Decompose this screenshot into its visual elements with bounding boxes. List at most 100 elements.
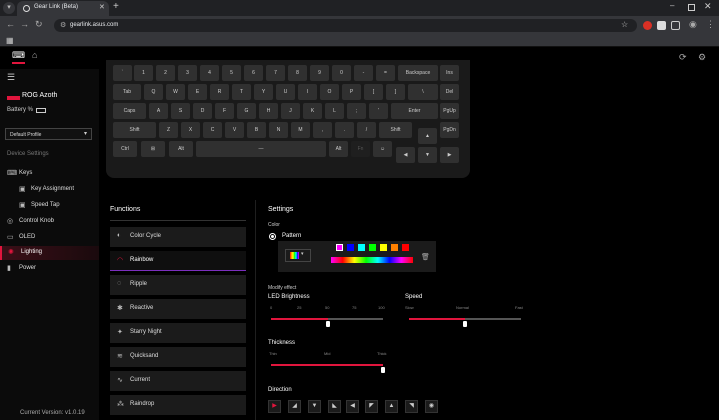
key[interactable]: ▲ bbox=[418, 128, 437, 144]
color-swatch[interactable] bbox=[358, 244, 365, 251]
forward-icon[interactable]: → bbox=[20, 19, 29, 29]
key[interactable]: Z bbox=[159, 122, 178, 138]
key[interactable]: 9 bbox=[310, 65, 329, 81]
key[interactable]: Caps bbox=[113, 103, 146, 119]
function-current[interactable]: ∿ Current bbox=[110, 371, 246, 391]
sidebar-item-power[interactable]: ▮ Power bbox=[0, 262, 99, 276]
key[interactable]: ◀ bbox=[396, 147, 415, 163]
key[interactable]: Shift bbox=[113, 122, 156, 138]
window-close-button[interactable]: ✕ bbox=[704, 1, 712, 12]
key[interactable]: 4 bbox=[200, 65, 219, 81]
sidepanel-icon[interactable] bbox=[671, 21, 680, 30]
direction-down-icon[interactable]: ▼ bbox=[308, 400, 321, 413]
function-color-cycle[interactable]: ◐ Color Cycle bbox=[110, 227, 246, 247]
direction-diagonal-icon[interactable]: ◢ bbox=[288, 400, 301, 413]
direction-left-icon[interactable]: ◀ bbox=[346, 400, 359, 413]
key[interactable]: . bbox=[335, 122, 354, 138]
reload-icon[interactable]: ↻ bbox=[35, 19, 43, 30]
key[interactable]: ` bbox=[113, 65, 132, 81]
key[interactable]: S bbox=[171, 103, 190, 119]
key[interactable]: 5 bbox=[222, 65, 241, 81]
minimize-button[interactable]: – bbox=[670, 1, 674, 10]
profile-dropdown[interactable]: Default Profile ▾ bbox=[5, 128, 92, 140]
thickness-slider-thumb[interactable] bbox=[381, 367, 385, 373]
sidebar-item-key-assignment[interactable]: ▣ Key Assignment bbox=[0, 183, 99, 197]
color-swatch[interactable] bbox=[380, 244, 387, 251]
function-ripple[interactable]: ◌ Ripple bbox=[110, 275, 246, 295]
key[interactable]: 2 bbox=[156, 65, 175, 81]
key[interactable]: PgUp bbox=[440, 103, 459, 119]
brightness-slider-thumb[interactable] bbox=[326, 321, 330, 327]
sidebar-item-lighting[interactable]: ✺ Lighting bbox=[0, 246, 99, 260]
site-info-icon[interactable]: ⚙ bbox=[60, 21, 66, 29]
sidebar-item-keys[interactable]: ⌨ Keys bbox=[0, 167, 99, 181]
key[interactable]: L bbox=[325, 103, 344, 119]
key[interactable]: 7 bbox=[266, 65, 285, 81]
speed-slider-thumb[interactable] bbox=[463, 321, 467, 327]
key[interactable]: J bbox=[281, 103, 300, 119]
key[interactable]: 8 bbox=[288, 65, 307, 81]
device-keyboard-icon[interactable]: ⌨ bbox=[12, 50, 25, 64]
key[interactable]: ; bbox=[347, 103, 366, 119]
key[interactable]: F bbox=[215, 103, 234, 119]
key[interactable]: I bbox=[298, 84, 317, 100]
key[interactable]: ▶ bbox=[440, 147, 459, 163]
key[interactable]: ☺ bbox=[373, 141, 392, 157]
key[interactable]: V bbox=[225, 122, 244, 138]
profile-icon[interactable]: ◉ bbox=[689, 19, 697, 30]
bookmark-star-icon[interactable]: ☆ bbox=[621, 20, 628, 29]
key[interactable]: ⊞ bbox=[141, 141, 165, 157]
gradient-bar[interactable] bbox=[331, 257, 413, 263]
extension-icon[interactable] bbox=[643, 21, 652, 30]
key[interactable]: R bbox=[210, 84, 229, 100]
key[interactable]: ▼ bbox=[418, 147, 437, 163]
key[interactable]: 1 bbox=[134, 65, 153, 81]
function-quicksand[interactable]: ≋ Quicksand bbox=[110, 347, 246, 367]
function-rainbow[interactable]: ◠ Rainbow bbox=[110, 251, 246, 271]
key[interactable]: N bbox=[269, 122, 288, 138]
key[interactable]: Del bbox=[440, 84, 459, 100]
apps-grid-icon[interactable]: ▦ bbox=[6, 36, 14, 45]
maximize-button[interactable] bbox=[688, 4, 695, 11]
key[interactable]: PgDn bbox=[440, 122, 459, 138]
key[interactable]: Shift bbox=[379, 122, 412, 138]
key[interactable]: — bbox=[196, 141, 326, 157]
key[interactable]: ' bbox=[369, 103, 388, 119]
sidebar-item-oled[interactable]: ▭ OLED bbox=[0, 231, 99, 245]
extension-icon[interactable] bbox=[657, 21, 666, 30]
key[interactable]: / bbox=[357, 122, 376, 138]
color-swatch[interactable] bbox=[347, 244, 354, 251]
key[interactable]: U bbox=[276, 84, 295, 100]
color-swatch[interactable] bbox=[369, 244, 376, 251]
address-bar[interactable]: ⚙ gearlink.asus.com ☆ bbox=[54, 19, 637, 32]
direction-right-icon[interactable]: ▶ bbox=[268, 400, 281, 413]
sidebar-item-speed-tap[interactable]: ▣ Speed Tap bbox=[0, 199, 99, 213]
tab-search-button[interactable]: ▾ bbox=[3, 2, 15, 14]
key[interactable]: B bbox=[247, 122, 266, 138]
key[interactable]: 6 bbox=[244, 65, 263, 81]
direction-up-icon[interactable]: ▲ bbox=[385, 400, 398, 413]
key[interactable]: M bbox=[291, 122, 310, 138]
key[interactable]: P bbox=[342, 84, 361, 100]
key[interactable]: Ctrl bbox=[113, 141, 137, 157]
key[interactable]: W bbox=[166, 84, 185, 100]
sidebar-item-control-knob[interactable]: ◎ Control Knob bbox=[0, 215, 99, 229]
color-swatch[interactable] bbox=[402, 244, 409, 251]
key[interactable]: Ins bbox=[440, 65, 459, 81]
key[interactable]: Enter bbox=[391, 103, 438, 119]
key[interactable]: Fn bbox=[351, 141, 370, 157]
key[interactable]: D bbox=[193, 103, 212, 119]
browser-tab[interactable]: Gear Link (Beta) ✕ bbox=[17, 1, 109, 16]
key[interactable]: ] bbox=[386, 84, 405, 100]
key[interactable]: , bbox=[313, 122, 332, 138]
key[interactable]: A bbox=[149, 103, 168, 119]
key[interactable]: E bbox=[188, 84, 207, 100]
key[interactable]: Tab bbox=[113, 84, 141, 100]
gear-icon[interactable]: ⚙ bbox=[698, 52, 706, 63]
direction-diagonal-icon[interactable]: ◥ bbox=[405, 400, 418, 413]
back-icon[interactable]: ← bbox=[6, 19, 15, 29]
store-icon[interactable]: ⌂ bbox=[32, 50, 37, 60]
direction-diagonal-icon[interactable]: ◤ bbox=[365, 400, 378, 413]
key[interactable]: G bbox=[237, 103, 256, 119]
key[interactable]: Q bbox=[144, 84, 163, 100]
